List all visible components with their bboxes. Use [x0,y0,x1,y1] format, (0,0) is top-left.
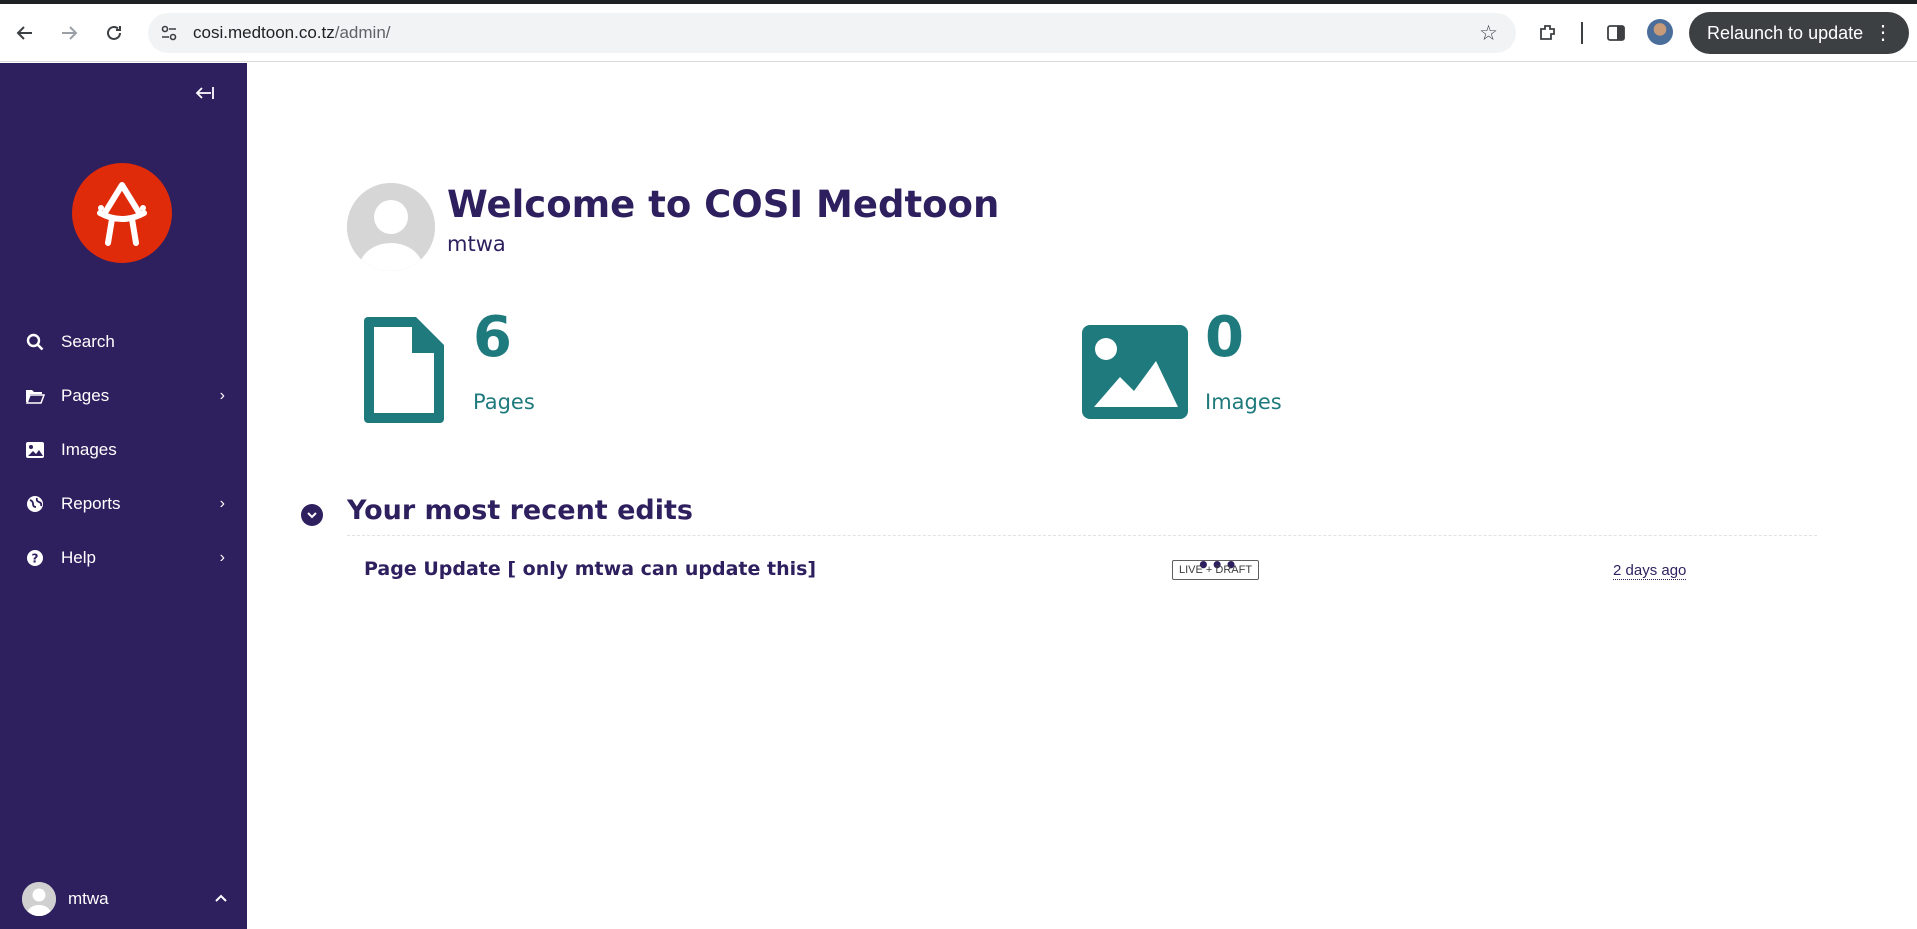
stat-value: 6 [473,305,512,370]
edit-page-link[interactable]: Page Update [ only mtwa can update this] [364,558,816,580]
address-bar[interactable]: cosi.medtoon.co.tz/admin/ ☆ [148,13,1516,53]
wagtail-logo[interactable] [72,163,172,263]
sidebar-item-help[interactable]: ? Help › [0,531,247,585]
globe-icon [24,495,46,513]
sidebar-item-label: Pages [61,386,110,405]
reload-icon[interactable] [99,18,129,48]
relaunch-label: Relaunch to update [1707,22,1864,43]
sidebar-item-label: Search [61,332,115,351]
collapse-icon[interactable] [194,85,214,106]
url-text[interactable]: cosi.medtoon.co.tz/admin/ [193,23,391,43]
sidebar-item-label: Help [61,548,96,567]
chevron-right-icon: › [219,387,225,404]
tab-strip-edge [0,0,1917,4]
side-panel-icon[interactable] [1603,20,1629,46]
sidebar-menu: Search Pages › Images Reports › ? Help › [0,315,247,585]
help-icon: ? [24,549,46,567]
site-info-icon[interactable] [158,22,180,44]
chevron-right-icon: › [219,495,225,512]
image-icon [24,442,46,458]
dashboard-main: Welcome to COSI Medtoon mtwa 6 Pages 0 I… [247,63,1917,929]
stat-value: 0 [1205,305,1244,370]
sidebar-item-reports[interactable]: Reports › [0,477,247,531]
section-title: Your most recent edits [347,495,693,526]
table-row: Page Update [ only mtwa can update this]… [347,543,1817,593]
browser-toolbar: cosi.medtoon.co.tz/admin/ ☆ Relaunch to … [0,0,1917,62]
edit-timestamp: 2 days ago [1613,562,1687,580]
relaunch-button[interactable]: Relaunch to update ⋮ [1689,12,1909,54]
page-title: Welcome to COSI Medtoon [447,183,1000,226]
stat-label: Images [1205,390,1282,414]
extensions-icon[interactable] [1535,20,1561,46]
url-host: cosi.medtoon.co.tz [193,23,335,42]
image-icon [1082,325,1188,423]
account-name: mtwa [68,889,109,908]
account-menu[interactable]: mtwa [22,879,228,919]
avatar [347,183,435,271]
document-icon [360,313,448,431]
back-icon[interactable] [10,18,40,48]
menu-dots-icon[interactable]: ⋮ [1873,20,1893,45]
sidebar-item-label: Images [61,440,117,459]
chevron-right-icon: › [219,549,225,566]
sidebar-item-label: Reports [61,494,121,513]
welcome-username: mtwa [447,232,506,256]
collapse-section-icon[interactable] [301,504,323,526]
sidebar-item-images[interactable]: Images [0,423,247,477]
toolbar-divider [1581,22,1583,44]
profile-avatar[interactable] [1647,19,1673,45]
svg-text:?: ? [32,552,39,566]
divider [347,535,1817,536]
stat-label: Pages [473,390,535,414]
sidebar: Search Pages › Images Reports › ? Help ›… [0,63,247,929]
chevron-up-icon [214,891,228,907]
star-icon[interactable]: ☆ [1479,21,1498,45]
sidebar-item-search[interactable]: Search [0,315,247,369]
forward-icon[interactable] [54,18,84,48]
avatar [22,882,56,916]
folder-open-icon [24,388,46,404]
sidebar-item-pages[interactable]: Pages › [0,369,247,423]
status-badge[interactable]: LIVE + DRAFT [1172,560,1260,580]
url-path: /admin/ [334,23,391,42]
search-icon [24,333,46,351]
